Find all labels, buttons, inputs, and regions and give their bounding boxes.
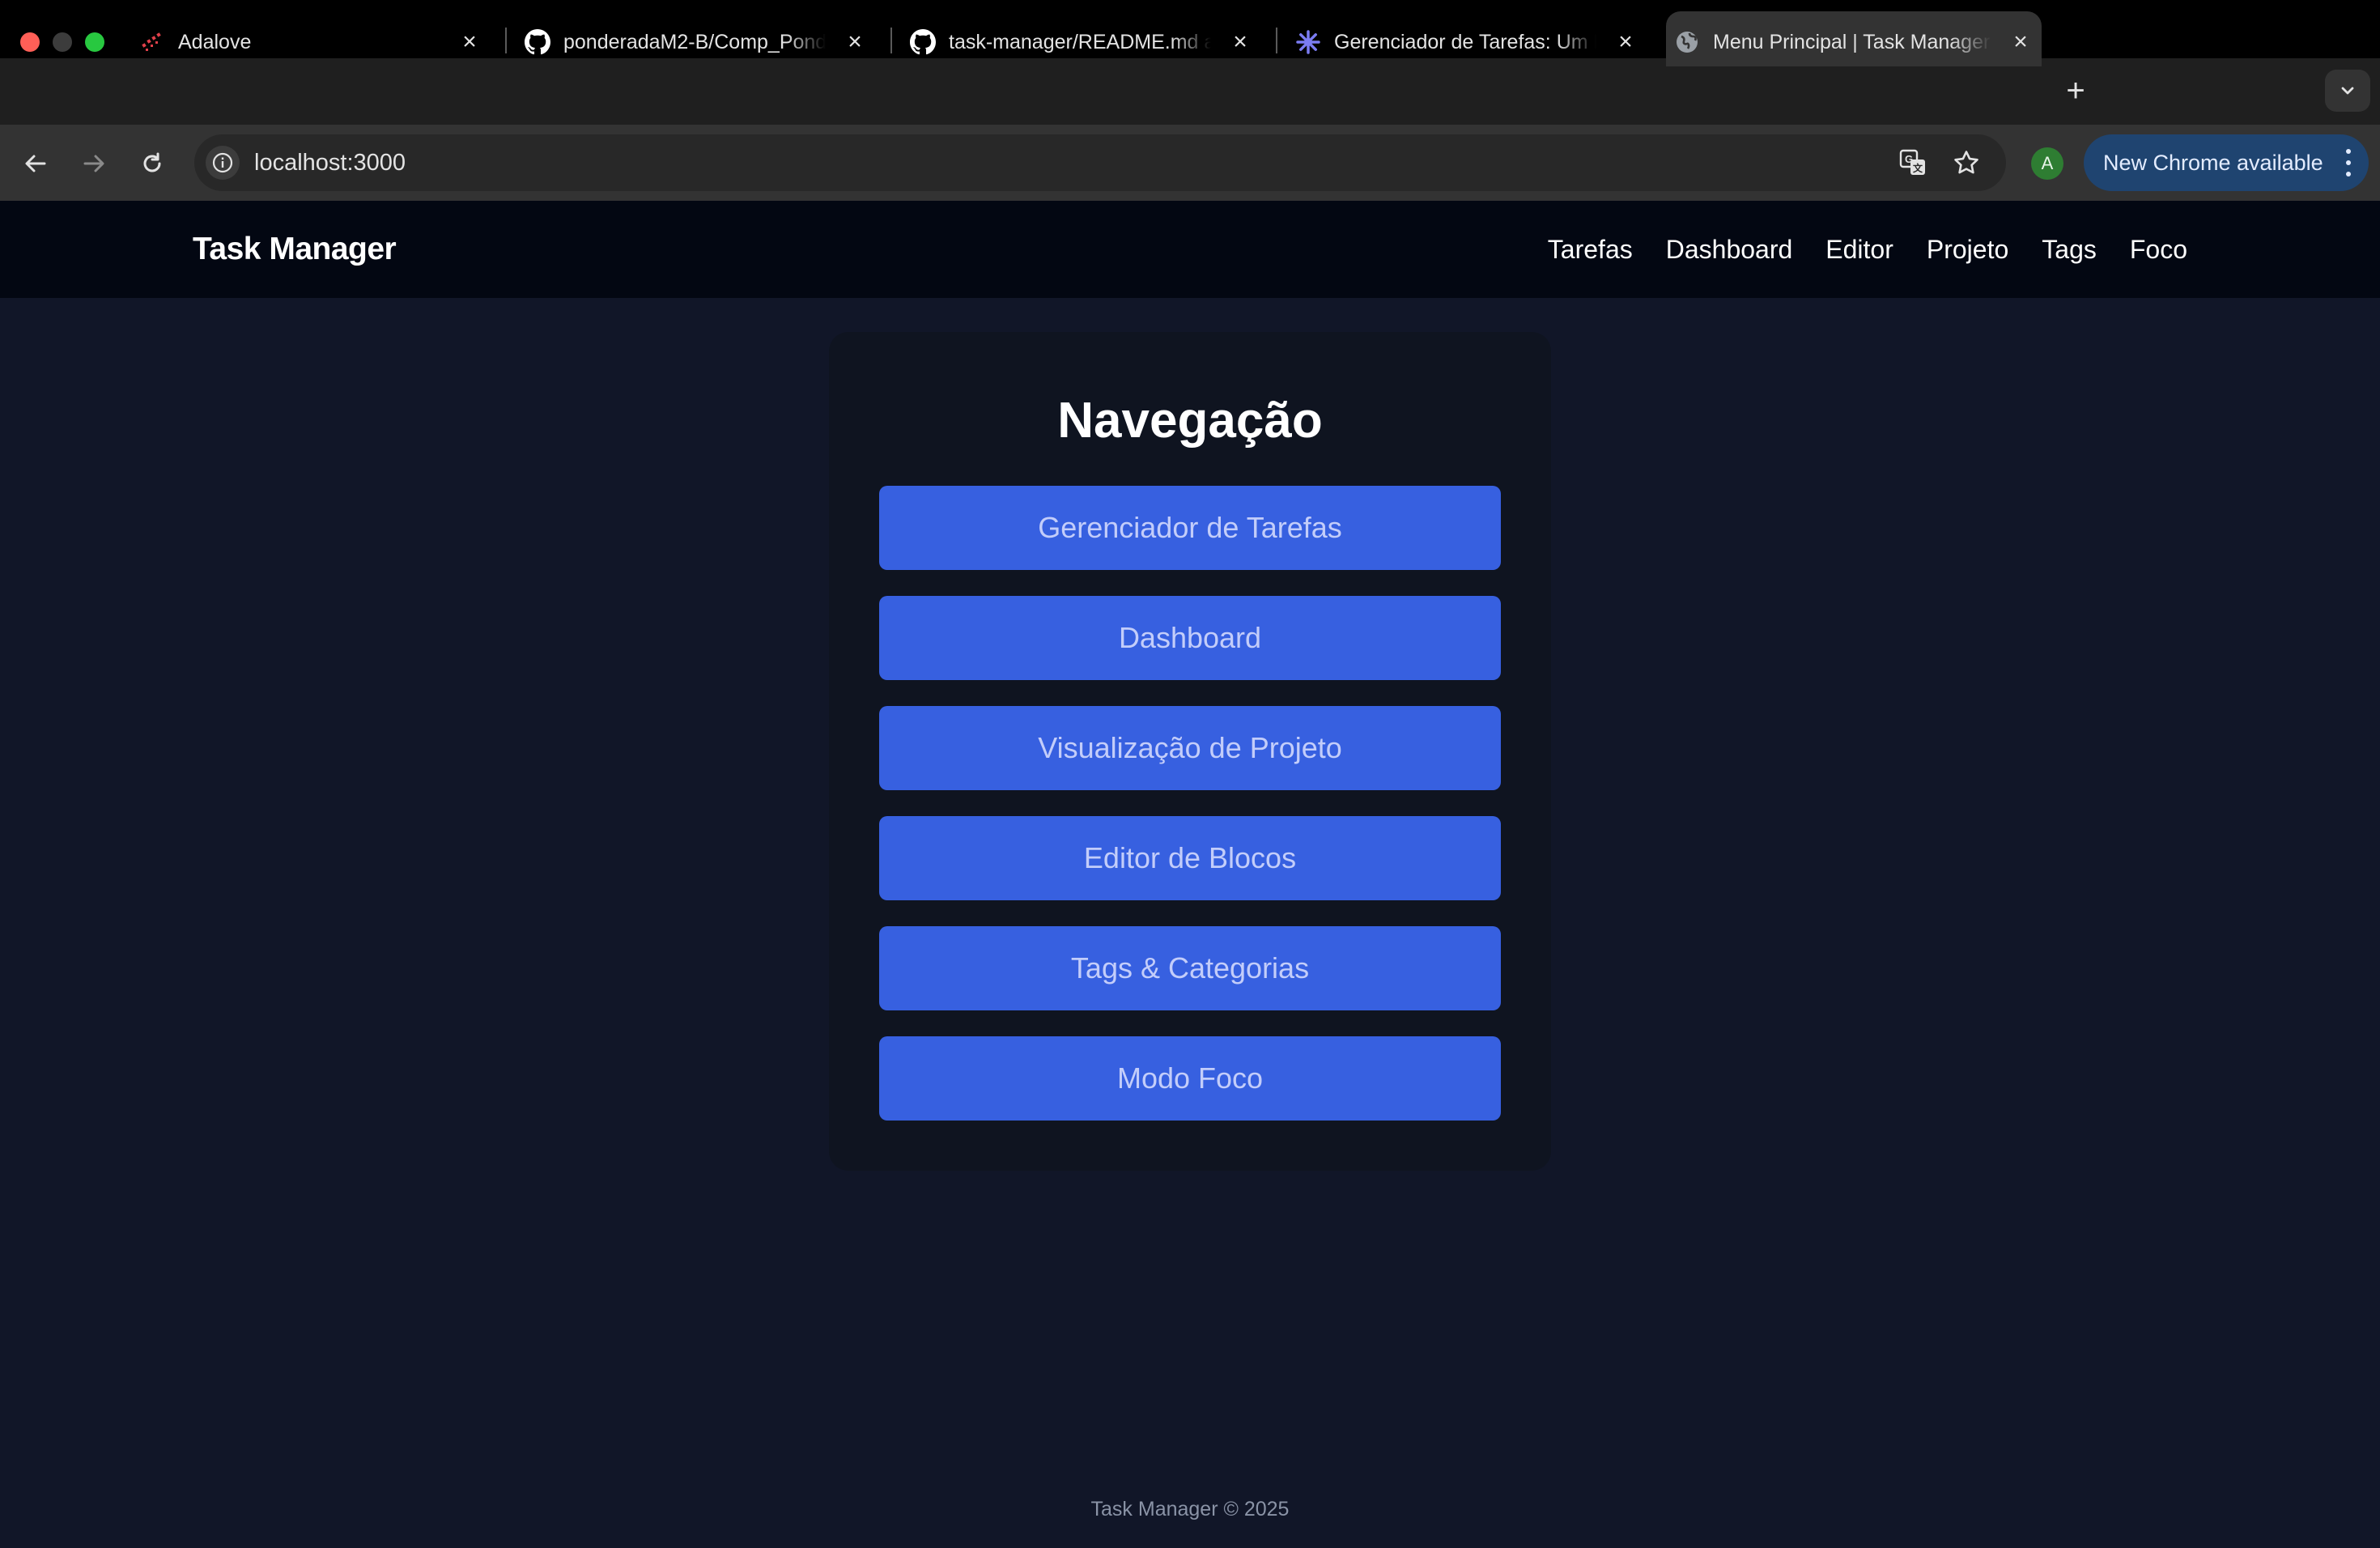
nav-link-dashboard[interactable]: Dashboard xyxy=(1666,230,1793,269)
nav-link-editor[interactable]: Editor xyxy=(1825,230,1893,269)
chevron-down-icon xyxy=(2341,87,2354,95)
nav-link-foco[interactable]: Foco xyxy=(2130,230,2187,269)
adalove-icon xyxy=(139,29,165,55)
close-tab-icon[interactable]: × xyxy=(1613,28,1638,55)
menu-button-tags-e-categorias[interactable]: Tags & Categorias xyxy=(879,926,1501,1010)
forward-button[interactable] xyxy=(78,147,110,180)
menu-button-dashboard[interactable]: Dashboard xyxy=(879,596,1501,680)
close-tab-icon[interactable]: × xyxy=(2008,28,2034,55)
tab-search-button[interactable] xyxy=(2325,70,2370,112)
profile-avatar[interactable]: A xyxy=(2031,147,2063,180)
update-label: New Chrome available xyxy=(2103,150,2323,175)
bookmark-star-icon[interactable] xyxy=(1951,147,1982,178)
tab-divider xyxy=(890,28,892,53)
github-icon xyxy=(910,29,936,55)
page-footer: Task Manager © 2025 xyxy=(1090,1498,1290,1520)
menu-button-gerenciador-de-tarefas[interactable]: Gerenciador de Tarefas xyxy=(879,486,1501,570)
main-nav: Tarefas Dashboard Editor Projeto Tags Fo… xyxy=(1548,230,2187,269)
spark-icon xyxy=(1295,29,1321,55)
browser-toolbar: localhost:3000 G文 A New Chrome available xyxy=(0,125,2380,201)
svg-text:文: 文 xyxy=(1913,162,1923,174)
menu-button-editor-de-blocos[interactable]: Editor de Blocos xyxy=(879,816,1501,900)
nav-link-tags[interactable]: Tags xyxy=(2042,230,2097,269)
brand-logo[interactable]: Task Manager xyxy=(193,230,397,269)
new-tab-button[interactable]: + xyxy=(2059,73,2092,108)
tab-title: Menu Principal | Task Manager xyxy=(1713,31,1991,53)
browser-tab-gerenciador[interactable]: Gerenciador de Tarefas: Um Projeto × xyxy=(1287,11,1647,66)
app-header: Task Manager Tarefas Dashboard Editor Pr… xyxy=(0,201,2380,298)
tab-divider xyxy=(505,28,507,53)
reload-button[interactable] xyxy=(136,147,168,180)
github-icon xyxy=(525,29,550,55)
menu-button-modo-foco[interactable]: Modo Foco xyxy=(879,1036,1501,1121)
maximize-window-icon[interactable] xyxy=(85,32,104,52)
arrow-left-icon xyxy=(25,155,46,172)
browser-tab-adalove[interactable]: Adalove × xyxy=(131,11,491,66)
back-button[interactable] xyxy=(19,147,52,180)
tab-title: Adalove xyxy=(178,31,252,53)
tab-title: Gerenciador de Tarefas: Um Projeto xyxy=(1334,31,1596,53)
tab-title: ponderadaM2-B/Comp_Ponderada xyxy=(563,31,826,53)
menu-button-visualizacao-de-projeto[interactable]: Visualização de Projeto xyxy=(879,706,1501,790)
page-title: Navegação xyxy=(1057,393,1323,449)
chrome-update-button[interactable]: New Chrome available xyxy=(2084,134,2369,191)
minimize-window-icon[interactable] xyxy=(53,32,72,52)
globe-icon xyxy=(1674,29,1700,55)
nav-link-tarefas[interactable]: Tarefas xyxy=(1548,230,1633,269)
address-bar[interactable]: localhost:3000 G文 xyxy=(194,134,2006,191)
tab-title: task-manager/README.md at main xyxy=(949,31,1211,53)
navigation-menu: Gerenciador de Tarefas Dashboard Visuali… xyxy=(879,486,1501,1146)
more-menu-icon xyxy=(2344,149,2352,176)
navigation-card: Navegação Gerenciador de Tarefas Dashboa… xyxy=(829,332,1551,1171)
browser-tab-github-ponderada[interactable]: ponderadaM2-B/Comp_Ponderada × xyxy=(516,11,876,66)
browser-tab-github-readme[interactable]: task-manager/README.md at main × xyxy=(902,11,1261,66)
close-tab-icon[interactable]: × xyxy=(1227,28,1253,55)
close-tab-icon[interactable]: × xyxy=(842,28,868,55)
close-window-icon[interactable] xyxy=(20,32,40,52)
reload-icon xyxy=(143,152,161,172)
close-tab-icon[interactable]: × xyxy=(457,28,482,55)
nav-link-projeto[interactable]: Projeto xyxy=(1927,230,2008,269)
browser-tab-menu-principal[interactable]: Menu Principal | Task Manager × xyxy=(1666,11,2042,66)
url-text: localhost:3000 xyxy=(254,150,406,176)
browser-tab-strip xyxy=(0,58,2380,125)
translate-icon[interactable]: G文 xyxy=(1898,147,1928,178)
arrow-right-icon xyxy=(83,155,104,172)
site-info-icon[interactable] xyxy=(206,146,240,180)
tab-divider xyxy=(1276,28,1277,53)
